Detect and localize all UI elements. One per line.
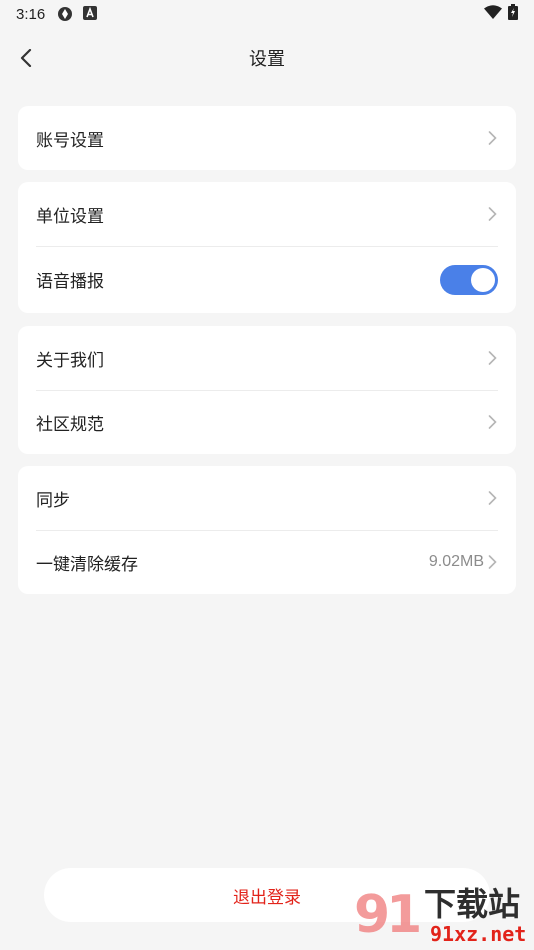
status-time: 3:16 (16, 5, 46, 23)
cache-size-value: 9.02MB (428, 553, 484, 570)
clear-cache-row[interactable]: 一键清除缓存 9.02MB (18, 530, 516, 594)
account-settings-label: 账号设置 (36, 130, 104, 150)
chevron-right-icon (486, 554, 498, 570)
community-guidelines-row[interactable]: 社区规范 (18, 390, 516, 454)
sync-row[interactable]: 同步 (18, 466, 516, 530)
voice-broadcast-toggle[interactable] (440, 264, 498, 295)
battery-icon (508, 4, 518, 24)
voice-broadcast-label: 语音播报 (36, 272, 104, 291)
clear-cache-label: 一键清除缓存 (36, 554, 138, 574)
watermark-text: 下载站 (424, 886, 521, 922)
settings-group-unit: 单位设置 语音播报 (18, 182, 516, 313)
watermark-logo: 91 下载站 91xz.net (354, 885, 530, 949)
status-bar: 3:16 (0, 0, 534, 28)
notification-a-icon (83, 6, 99, 22)
sync-label: 同步 (36, 490, 70, 510)
about-us-row[interactable]: 关于我们 (18, 326, 516, 390)
settings-group-data: 同步 一键清除缓存 9.02MB (18, 466, 516, 594)
chevron-right-icon (486, 206, 498, 222)
wifi-icon (484, 5, 502, 23)
settings-group-account: 账号设置 (18, 106, 516, 170)
chevron-right-icon (486, 130, 498, 146)
settings-group-about: 关于我们 社区规范 (18, 326, 516, 454)
voice-broadcast-row: 语音播报 (18, 246, 516, 313)
chevron-right-icon (486, 490, 498, 506)
toggle-knob (471, 267, 495, 292)
sync-status-icon (57, 6, 73, 22)
unit-settings-label: 单位设置 (36, 206, 104, 226)
community-guidelines-label: 社区规范 (36, 414, 104, 434)
watermark-number: 91 (354, 885, 422, 945)
unit-settings-row[interactable]: 单位设置 (18, 182, 516, 246)
chevron-right-icon (486, 350, 498, 366)
back-button[interactable] (14, 46, 38, 70)
account-settings-row[interactable]: 账号设置 (18, 106, 516, 170)
chevron-left-icon (20, 49, 32, 67)
about-us-label: 关于我们 (36, 350, 104, 370)
nav-bar: 设置 (0, 36, 534, 80)
chevron-right-icon (486, 414, 498, 430)
page-title: 设置 (249, 49, 285, 69)
watermark-url: 91xz.net (430, 922, 527, 946)
